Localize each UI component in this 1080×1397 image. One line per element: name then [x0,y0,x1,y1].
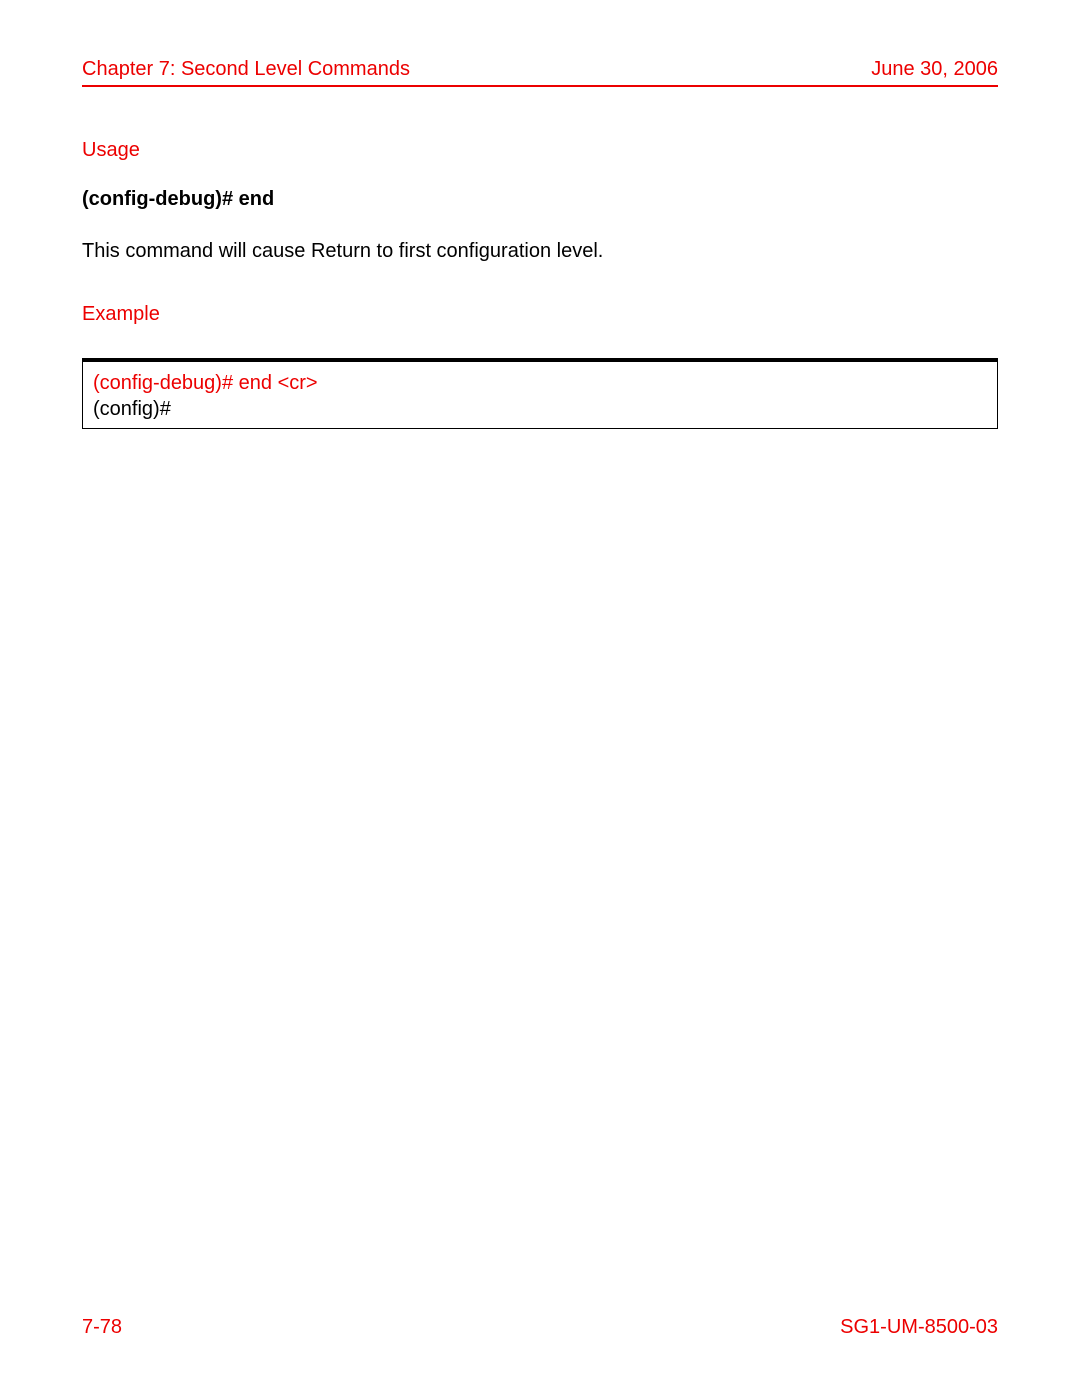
example-output-line: (config)# [93,396,987,422]
page-footer: 7-78 SG1-UM-8500-03 [82,1316,998,1339]
page-header: Chapter 7: Second Level Commands June 30… [82,58,998,87]
footer-page-number: 7-78 [82,1316,122,1339]
usage-heading: Usage [82,139,998,162]
usage-command: (config-debug)# end [82,188,998,211]
chapter-title: Chapter 7: Second Level Commands [82,58,410,81]
footer-doc-id: SG1-UM-8500-03 [840,1316,998,1339]
example-heading: Example [82,303,998,326]
example-input-line: (config-debug)# end <cr> [93,370,987,396]
header-date: June 30, 2006 [871,58,998,81]
example-box: (config-debug)# end <cr> (config)# [82,358,998,429]
page-container: Chapter 7: Second Level Commands June 30… [82,58,998,1339]
usage-description: This command will cause Return to first … [82,237,998,265]
